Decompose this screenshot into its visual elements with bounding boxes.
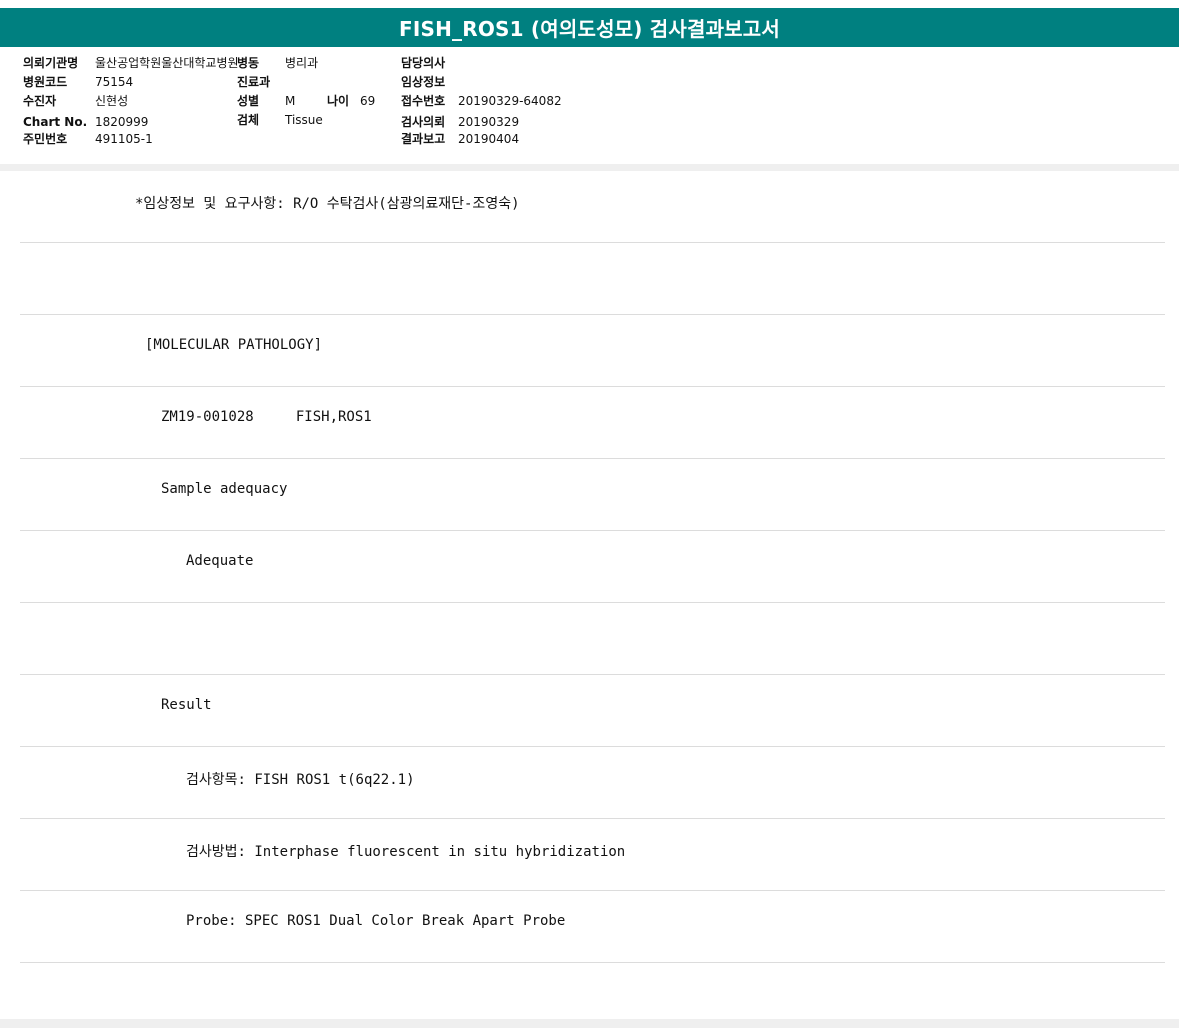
doctor-label: 담당의사	[401, 56, 446, 70]
section-heading: [MOLECULAR PATHOLOGY]	[145, 337, 323, 353]
resident-value: 491105-1	[95, 132, 153, 146]
receipt-label: 접수번호	[401, 94, 446, 108]
result-heading: Result	[161, 697, 212, 713]
bottom-bar	[0, 1019, 1179, 1028]
req-inst-value: 울산공업학원울산대학교병원	[95, 56, 239, 70]
examinee-label: 수진자	[23, 94, 57, 108]
report-line: [MOLECULAR PATHOLOGY]	[20, 315, 1165, 387]
test-item-text: 검사항목: FISH ROS1 t(6q22.1)	[186, 772, 415, 788]
resident-label: 주민번호	[23, 132, 68, 146]
clinical-label: 임상정보	[401, 75, 446, 89]
age-value: 69	[360, 94, 376, 108]
specimen-value: Tissue	[285, 113, 323, 127]
hosp-code-label: 병원코드	[23, 75, 68, 89]
result-report-label: 결과보고	[401, 132, 446, 146]
age-label: 나이	[327, 94, 350, 108]
exam-req-label: 검사의뢰	[401, 115, 446, 129]
ward-label: 병동	[237, 56, 260, 70]
sex-label: 성별	[237, 94, 260, 108]
report-line-empty	[20, 603, 1165, 675]
dept-label: 진료과	[237, 75, 271, 89]
sex-value: M	[285, 94, 296, 108]
report-line: Sample adequacy	[20, 459, 1165, 531]
case-id-text: ZM19-001028 FISH,ROS1	[161, 409, 372, 425]
report-line: Adequate	[20, 531, 1165, 603]
probe-text: Probe: SPEC ROS1 Dual Color Break Apart …	[186, 913, 566, 929]
chart-label: Chart No.	[23, 115, 88, 129]
hosp-code-value: 75154	[95, 75, 134, 89]
examinee-value: 신현성	[95, 94, 129, 108]
report-line: 검사방법: Interphase fluorescent in situ hyb…	[20, 819, 1165, 891]
report-line: Result	[20, 675, 1165, 747]
ward-value: 병리과	[285, 56, 319, 70]
report-line: *임상정보 및 요구사항: R/O 수탁검사(삼광의료재단-조영숙)	[20, 171, 1165, 243]
report-body: *임상정보 및 요구사항: R/O 수탁검사(삼광의료재단-조영숙) [MOLE…	[20, 171, 1165, 963]
header-separator	[0, 164, 1179, 171]
sample-adequacy-value: Adequate	[186, 553, 254, 569]
patient-info-panel: 의뢰기관명 울산공업학원울산대학교병원 병동 병리과 담당의사 병원코드 751…	[0, 47, 1179, 165]
exam-req-value: 20190329	[458, 115, 520, 129]
receipt-value: 20190329-64082	[458, 94, 562, 108]
report-line-empty	[20, 243, 1165, 315]
report-line: 검사항목: FISH ROS1 t(6q22.1)	[20, 747, 1165, 819]
chart-value: 1820999	[95, 115, 149, 129]
clinical-request-text: *임상정보 및 요구사항: R/O 수탁검사(삼광의료재단-조영숙)	[135, 196, 520, 212]
report-title: FISH_ROS1 (여의도성모) 검사결과보고서	[0, 8, 1179, 47]
result-report-value: 20190404	[458, 132, 520, 146]
report-line: ZM19-001028 FISH,ROS1	[20, 387, 1165, 459]
specimen-label: 검체	[237, 113, 260, 127]
req-inst-label: 의뢰기관명	[23, 56, 79, 70]
report-line: Probe: SPEC ROS1 Dual Color Break Apart …	[20, 891, 1165, 963]
test-method-text: 검사방법: Interphase fluorescent in situ hyb…	[186, 844, 626, 860]
sample-adequacy-heading: Sample adequacy	[161, 481, 288, 497]
